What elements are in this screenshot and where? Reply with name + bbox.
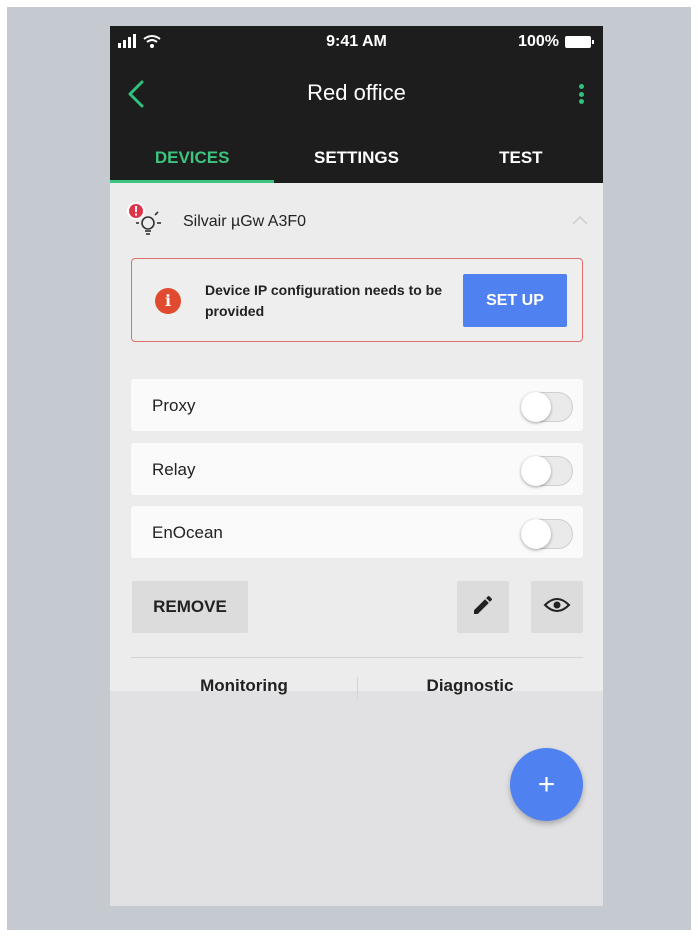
toggle-label: EnOcean [152,523,223,542]
proxy-switch[interactable] [521,392,573,422]
toggle-label: Proxy [152,396,196,415]
app-header: 9:41 AM 100% Red office DEVICES SETTINGS… [110,26,603,183]
edit-button[interactable] [457,581,509,633]
device-header[interactable]: Silvair µGw A3F0 [124,201,589,241]
pencil-icon [471,593,495,622]
main-tabs: DEVICES SETTINGS TEST [110,142,603,183]
toggle-label: Relay [152,460,196,479]
remove-button[interactable]: REMOVE [132,581,248,633]
info-icon: i [155,288,181,314]
device-sub-tabs: Monitoring Diagnostic [131,659,583,699]
lightbulb-warning-icon [124,201,168,241]
tab-devices[interactable]: DEVICES [110,142,275,183]
device-card: Silvair µGw A3F0 i Device IP configurati… [110,183,603,699]
device-name: Silvair µGw A3F0 [183,213,307,230]
add-device-button[interactable]: + [510,748,583,821]
toggle-row-relay: Relay [131,443,583,495]
divider [131,657,583,658]
tab-monitoring[interactable]: Monitoring [131,659,357,695]
phone-screen: 9:41 AM 100% Red office DEVICES SETTINGS… [110,26,603,906]
alert-message: Device IP configuration needs to be prov… [205,282,443,319]
tab-settings[interactable]: SETTINGS [274,142,438,183]
view-button[interactable] [531,581,583,633]
chevron-up-icon[interactable] [571,213,589,225]
battery-indicator: 100% [518,33,594,51]
more-options-icon[interactable] [573,81,589,107]
page-title: Red office [307,80,406,105]
eye-icon [543,595,571,620]
tab-diagnostic[interactable]: Diagnostic [357,659,583,695]
battery-icon [565,36,594,48]
relay-switch[interactable] [521,456,573,486]
tab-test[interactable]: TEST [439,142,603,183]
enocean-switch[interactable] [521,519,573,549]
status-bar: 9:41 AM 100% [110,33,603,55]
toggle-row-proxy: Proxy [131,379,583,431]
battery-percent: 100% [518,33,559,50]
ip-config-alert: i Device IP configuration needs to be pr… [131,258,583,342]
set-up-button[interactable]: SET UP [463,274,567,327]
plus-icon: + [537,767,556,801]
toggle-row-enocean: EnOcean [131,506,583,558]
